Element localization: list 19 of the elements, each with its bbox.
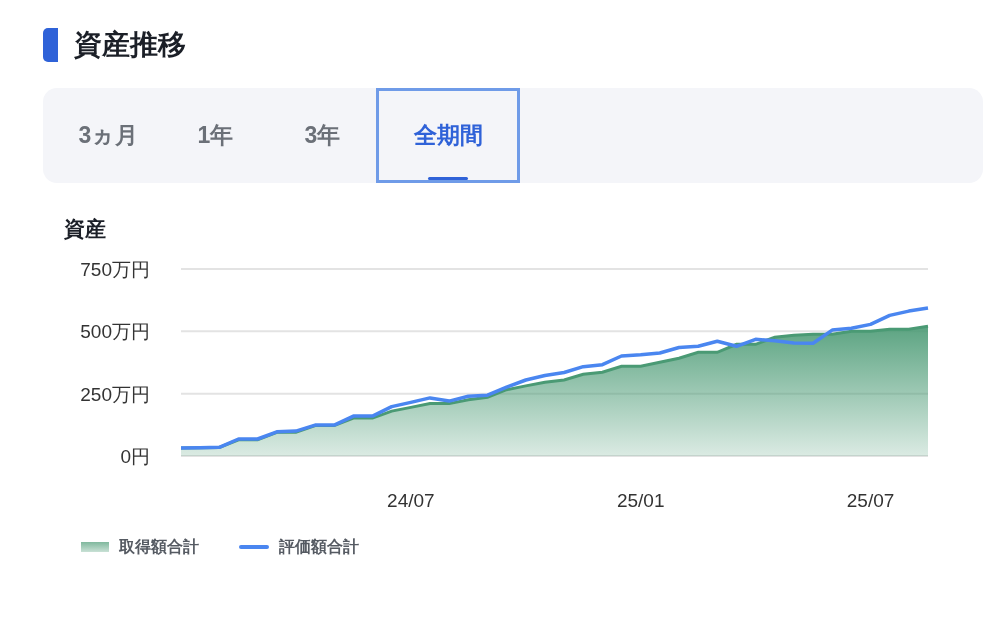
x-axis-label: 24/07: [387, 490, 435, 511]
section-title: 資産推移: [74, 31, 186, 59]
x-axis-label: 25/01: [616, 490, 665, 511]
y-axis-label: 500万円: [80, 321, 150, 343]
legend-area-swatch: [81, 542, 109, 552]
y-axis-label: 250万円: [80, 383, 150, 405]
period-tab[interactable]: 3年: [269, 88, 376, 183]
title-accent: [43, 28, 58, 62]
legend-label: 取得額合計: [119, 537, 199, 557]
x-axis-label: 25/07: [846, 490, 895, 511]
chart-axis-title: 資産: [64, 218, 106, 239]
period-tab[interactable]: 3ヵ月: [55, 88, 162, 183]
legend-label: 評価額合計: [279, 537, 359, 557]
tab-indicator: [428, 177, 468, 180]
period-tab[interactable]: 全期間: [376, 88, 520, 183]
legend-line-swatch: [239, 545, 269, 549]
y-axis-label: 750万円: [80, 259, 150, 280]
y-axis-label: 0円: [120, 446, 150, 467]
period-tab[interactable]: 1年: [162, 88, 269, 183]
